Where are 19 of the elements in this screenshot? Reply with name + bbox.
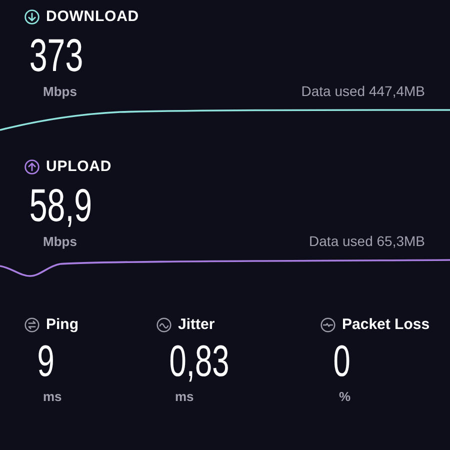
unit-label: Mbps: [43, 233, 77, 251]
metric-label: Jitter: [178, 315, 215, 335]
wave-icon: [156, 317, 172, 334]
ping-arrows-icon: [24, 317, 40, 334]
section-title: DOWNLOAD: [46, 7, 139, 27]
speed-value: 58,9: [28, 178, 92, 230]
unit-label: ms: [174, 388, 195, 406]
metric-label: Packet Loss: [342, 315, 430, 335]
metric-value: 0,83: [168, 336, 230, 386]
unit-label: %: [338, 388, 352, 406]
data-used-label: Data used 447,4MB: [301, 82, 425, 100]
section-title: UPLOAD: [46, 157, 112, 177]
metric-label: Ping: [46, 315, 78, 335]
speed-value: 373: [28, 28, 84, 80]
metric-value: 0: [332, 336, 350, 386]
unit-label: ms: [42, 388, 63, 406]
unit-label: Mbps: [43, 83, 77, 101]
data-used-label: Data used 65,3MB: [309, 232, 425, 250]
metric-value: 9: [36, 336, 54, 386]
